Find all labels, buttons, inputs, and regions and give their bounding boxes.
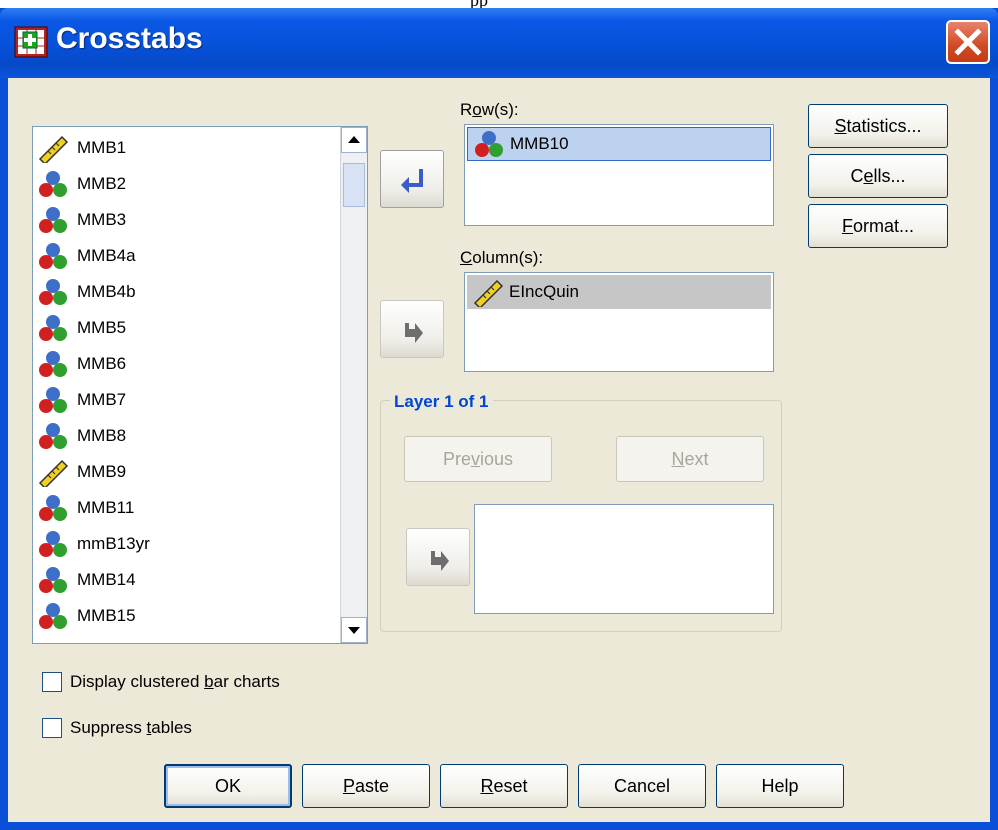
nominal-icon	[39, 243, 67, 269]
nominal-icon	[39, 207, 67, 233]
nominal-icon	[39, 567, 67, 593]
dialog-body: MMB15 MMB14 mmB13yr MMB11 MMB9 MMB8 MMB7 MMB6 MM…	[8, 78, 990, 822]
reset-button[interactable]: Reset	[440, 764, 568, 808]
nominal-icon	[39, 351, 67, 377]
help-button[interactable]: Help	[716, 764, 844, 808]
list-item-label: MMB3	[77, 210, 127, 229]
clustered-bar-charts-checkbox[interactable]	[42, 672, 62, 692]
list-item[interactable]: MMB2	[35, 167, 126, 201]
suppress-tables-option[interactable]: Suppress tables	[42, 718, 192, 738]
arrow-left-icon	[401, 169, 423, 193]
nominal-icon	[39, 279, 67, 305]
columns-item[interactable]: EIncQuin	[467, 275, 771, 309]
list-item-label: MMB7	[77, 390, 127, 409]
list-item-label: MMB8	[77, 426, 127, 445]
next-button[interactable]: Next	[616, 436, 764, 482]
format-button[interactable]: Format...	[808, 204, 948, 248]
list-item[interactable]: MMB11	[35, 491, 134, 525]
list-item-label: MMB1	[77, 138, 127, 157]
previous-button[interactable]: Pre v ious	[404, 436, 552, 482]
scroll-thumb[interactable]	[343, 163, 365, 207]
nominal-icon	[39, 495, 67, 521]
list-item[interactable]: mmB13yr	[35, 527, 150, 561]
list-item-label: MMB9	[77, 462, 127, 481]
ruler-icon	[38, 135, 69, 163]
list-item[interactable]: MMB5	[35, 311, 126, 345]
cells-button[interactable]: Ce lls...	[808, 154, 948, 198]
list-item-label: MMB5	[77, 318, 127, 337]
page-top-strip: pp	[0, 0, 998, 10]
move-to-layer-button[interactable]	[406, 528, 470, 586]
nominal-icon	[475, 131, 503, 157]
list-item[interactable]: MMB15	[35, 599, 136, 633]
nominal-icon	[39, 531, 67, 557]
close-icon	[954, 28, 982, 56]
list-item-label: MMB6	[77, 354, 127, 373]
list-item-label: MMB14	[77, 570, 136, 589]
ruler-icon	[38, 459, 69, 487]
columns-label: Column(s):	[460, 248, 544, 267]
cancel-button[interactable]: Cancel	[578, 764, 706, 808]
columns-item-label: EIncQuin	[509, 282, 579, 301]
rows-item[interactable]: MMB10	[467, 127, 771, 161]
list-item-label: mmB13yr	[77, 534, 150, 553]
clustered-bar-charts-label: Display clustered bar charts	[70, 672, 280, 691]
list-item-label: MMB15	[77, 606, 136, 625]
list-item-label: MMB2	[77, 174, 127, 193]
ok-button[interactable]: OK	[164, 764, 292, 808]
paste-button[interactable]: Paste	[302, 764, 430, 808]
crosstabs-dialog: Crosstabs MMB15 MMB14 mmB13yr MMB11 MMB9 MMB8…	[0, 8, 998, 830]
variable-list[interactable]: MMB15 MMB14 mmB13yr MMB11 MMB9 MMB8 MMB7 MMB6 MM…	[32, 126, 368, 644]
list-item[interactable]: MMB9	[35, 455, 126, 489]
nominal-icon	[39, 603, 67, 629]
move-to-columns-button[interactable]	[380, 300, 444, 358]
rows-list[interactable]: MMB10	[464, 124, 774, 226]
columns-list[interactable]: EIncQuin	[464, 272, 774, 372]
title-bar[interactable]: Crosstabs	[0, 8, 998, 78]
scroll-up-button[interactable]	[341, 127, 367, 153]
layer-list[interactable]	[474, 504, 774, 614]
scroll-down-button[interactable]	[341, 617, 367, 643]
dialog-title: Crosstabs	[56, 22, 203, 55]
move-to-rows-button[interactable]	[380, 150, 444, 208]
scroll-up-icon	[348, 136, 360, 143]
nominal-icon	[39, 171, 67, 197]
arrow-right-icon	[405, 323, 423, 343]
list-item[interactable]: MMB6	[35, 347, 126, 381]
list-item[interactable]: MMB4a	[35, 239, 136, 273]
nominal-icon	[39, 387, 67, 413]
clustered-bar-charts-option[interactable]: Display clustered bar charts	[42, 672, 280, 692]
variable-list-scrollbar[interactable]	[340, 127, 367, 643]
ruler-icon	[473, 279, 504, 307]
rows-item-label: MMB10	[510, 134, 569, 153]
crosstabs-app-icon	[14, 26, 48, 58]
list-item[interactable]: MMB1	[35, 131, 126, 165]
arrow-right-icon	[431, 551, 449, 571]
statistics-button[interactable]: Statistics...	[808, 104, 948, 148]
list-item[interactable]: MMB14	[35, 563, 136, 597]
suppress-tables-label: Suppress tables	[70, 718, 192, 737]
nominal-icon	[39, 315, 67, 341]
suppress-tables-checkbox[interactable]	[42, 718, 62, 738]
list-item[interactable]: MMB7	[35, 383, 126, 417]
list-item-label: MMB4b	[77, 282, 136, 301]
layer-title: Layer 1 of 1	[390, 392, 493, 412]
nominal-icon	[39, 423, 67, 449]
list-item[interactable]: MMB3	[35, 203, 126, 237]
list-item[interactable]: MMB4b	[35, 275, 136, 309]
close-button[interactable]	[946, 20, 990, 64]
list-item-label: MMB4a	[77, 246, 136, 265]
list-item-label: MMB11	[77, 498, 135, 517]
rows-label: Row(s):	[460, 100, 519, 119]
list-item[interactable]: MMB8	[35, 419, 126, 453]
scroll-down-icon	[348, 627, 360, 634]
